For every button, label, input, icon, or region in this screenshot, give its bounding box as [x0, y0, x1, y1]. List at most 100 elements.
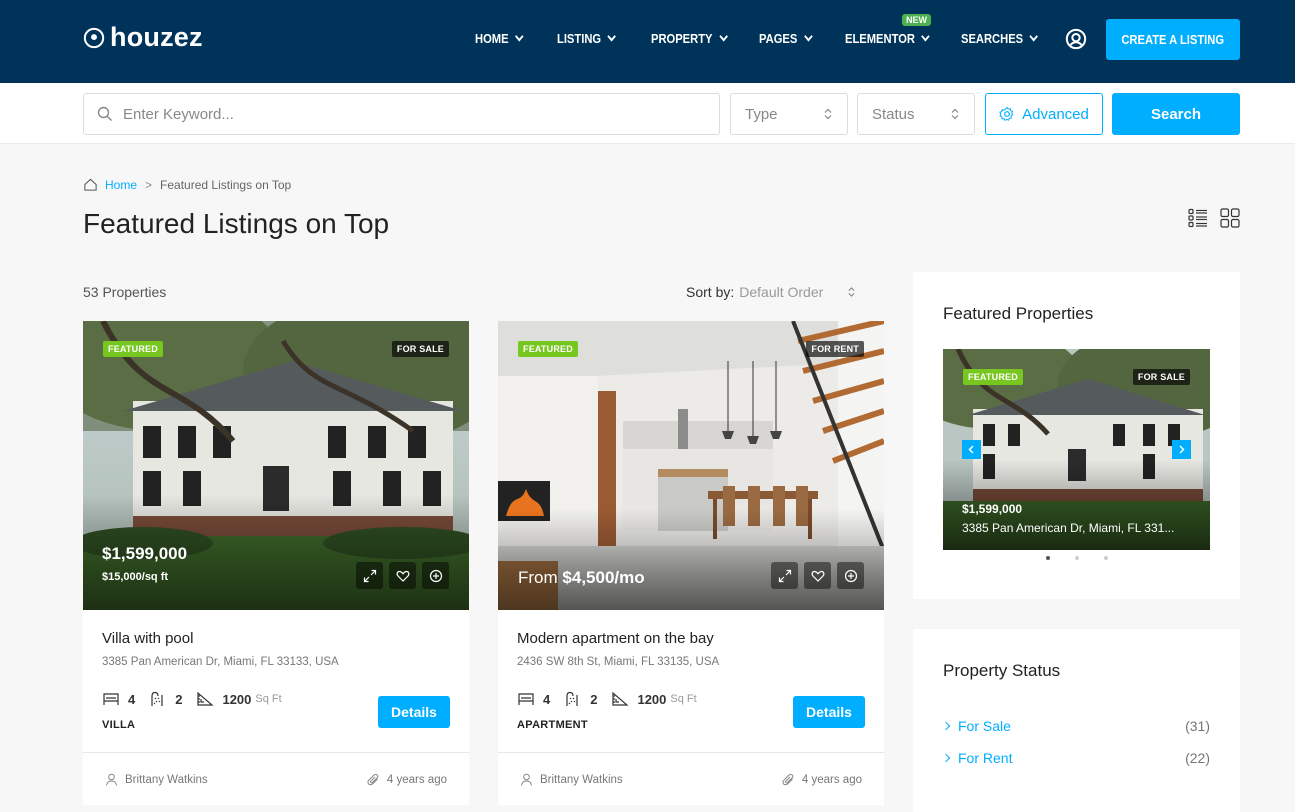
- favorite-button[interactable]: [804, 562, 831, 589]
- slider-dot[interactable]: [1103, 556, 1108, 560]
- advanced-label: Advanced: [1022, 105, 1089, 123]
- main-nav: HOME LISTING PROPERTY PAGES ELEMENTOR SE…: [0, 31, 1295, 51]
- status-tag[interactable]: FOR RENT: [806, 341, 864, 357]
- featured-tag[interactable]: FEATURED: [103, 341, 163, 357]
- property-status-widget: Property Status For Sale (31) For Rent (…: [913, 629, 1240, 812]
- status-item-for-sale[interactable]: For Sale (31): [941, 718, 1210, 734]
- nav-home[interactable]: HOME: [475, 31, 524, 46]
- slider-dot[interactable]: [1074, 556, 1079, 560]
- nav-elementor[interactable]: ELEMENTOR: [845, 31, 931, 46]
- nav-label: ELEMENTOR: [845, 31, 915, 46]
- agent[interactable]: Brittany Watkins: [105, 773, 208, 786]
- type-select[interactable]: Type: [730, 93, 848, 135]
- property-image[interactable]: FEATURED FOR RENT From $4,500/mo: [498, 321, 884, 610]
- create-listing-label: CREATE A LISTING: [1121, 32, 1225, 47]
- gear-icon: [999, 106, 1014, 121]
- agent[interactable]: Brittany Watkins: [520, 773, 623, 786]
- compare-button[interactable]: [837, 562, 864, 589]
- bath-icon: [566, 691, 578, 706]
- featured-tag[interactable]: FEATURED: [518, 341, 578, 357]
- property-type[interactable]: VILLA: [102, 719, 135, 731]
- chevron-down-icon: [1029, 31, 1039, 42]
- nav-property[interactable]: PROPERTY: [651, 31, 728, 46]
- chevron-right-icon: [941, 721, 951, 731]
- keyword-placeholder: Enter Keyword...: [123, 105, 234, 123]
- property-title[interactable]: Modern apartment on the bay: [517, 630, 714, 647]
- expand-button[interactable]: [356, 562, 383, 589]
- grid-view-icon[interactable]: [1220, 208, 1240, 228]
- advanced-search-button[interactable]: Advanced: [985, 93, 1103, 135]
- slider-prev-button[interactable]: [962, 440, 981, 459]
- nav-label: PAGES: [759, 31, 798, 46]
- nav-label: PROPERTY: [651, 31, 713, 46]
- image-actions: [771, 562, 864, 589]
- bed-icon: [518, 693, 534, 705]
- bed-count: 4: [543, 691, 551, 707]
- price: $1,599,000: [102, 544, 188, 563]
- bed-icon: [103, 693, 119, 705]
- status-select[interactable]: Status: [857, 93, 975, 135]
- property-features: 4 2 1200 Sq Ft: [517, 691, 697, 707]
- slider-dot[interactable]: [1045, 556, 1050, 560]
- nav-label: LISTING: [557, 31, 602, 46]
- area-unit: Sq Ft: [255, 693, 282, 705]
- breadcrumb-separator: >: [145, 177, 153, 192]
- status-select-label: Status: [872, 105, 915, 123]
- featured-tag[interactable]: FEATURED: [963, 369, 1023, 385]
- nav-pages[interactable]: PAGES: [759, 31, 813, 46]
- property-card: FEATURED FOR RENT From $4,500/mo Modern …: [498, 321, 884, 805]
- sort-value: Default Order: [739, 284, 824, 300]
- status-tag[interactable]: FOR SALE: [391, 341, 449, 357]
- user-account-icon[interactable]: [1065, 28, 1087, 50]
- expand-icon: [363, 569, 376, 582]
- area-unit: Sq Ft: [670, 693, 697, 705]
- breadcrumb-home-link[interactable]: Home: [105, 178, 137, 192]
- featured-properties-widget: Featured Properties FEATURED FOR SALE $1…: [913, 272, 1240, 599]
- favorite-button[interactable]: [389, 562, 416, 589]
- area-value: 1200: [222, 691, 252, 707]
- slide-price: $1,599,000: [962, 502, 1023, 516]
- property-features: 4 2 1200 Sq Ft: [102, 691, 282, 707]
- chevron-down-icon: [718, 31, 728, 42]
- posted-time: 4 years ago: [801, 773, 862, 786]
- nav-searches[interactable]: SEARCHES: [961, 31, 1039, 46]
- nav-listing[interactable]: LISTING: [557, 31, 617, 46]
- bath-count: 2: [590, 691, 598, 707]
- sort-select[interactable]: Sort by: Default Order: [686, 284, 856, 300]
- sort-arrows-icon: [824, 108, 832, 120]
- property-type[interactable]: APARTMENT: [517, 719, 588, 731]
- search-button[interactable]: Search: [1112, 93, 1240, 135]
- create-listing-button[interactable]: CREATE A LISTING: [1106, 19, 1240, 60]
- paperclip-icon: [782, 773, 794, 786]
- property-count: 53 Properties: [83, 284, 167, 300]
- user-icon: [521, 773, 532, 786]
- status-count: (22): [1185, 750, 1210, 766]
- price: From $4,500/mo: [518, 568, 645, 588]
- featured-slider[interactable]: FEATURED FOR SALE $1,599,000 3385 Pan Am…: [943, 349, 1210, 550]
- details-button[interactable]: Details: [378, 696, 450, 728]
- chevron-down-icon: [607, 31, 617, 42]
- widget-title: Property Status: [943, 661, 1061, 680]
- status-tag[interactable]: FOR SALE: [1132, 369, 1190, 385]
- bed-count: 4: [128, 691, 136, 707]
- expand-button[interactable]: [771, 562, 798, 589]
- status-item-for-rent[interactable]: For Rent (22): [941, 750, 1210, 766]
- card-footer: Brittany Watkins 4 years ago: [498, 752, 884, 805]
- search-icon: [97, 106, 112, 121]
- bath-icon: [151, 691, 163, 706]
- property-title[interactable]: Villa with pool: [102, 630, 193, 647]
- slide-address: 3385 Pan American Dr, Miami, FL 331...: [962, 521, 1175, 535]
- widget-title: Featured Properties: [943, 304, 1094, 323]
- slider-next-button[interactable]: [1172, 440, 1191, 459]
- compare-button[interactable]: [422, 562, 449, 589]
- price-value: $4,500/mo: [562, 568, 645, 587]
- property-card: FEATURED FOR SALE $1,599,000 $15,000/sq …: [83, 321, 469, 805]
- chevron-down-icon: [803, 31, 813, 42]
- keyword-search-input[interactable]: Enter Keyword...: [83, 93, 720, 135]
- property-image[interactable]: FEATURED FOR SALE $1,599,000 $15,000/sq …: [83, 321, 469, 610]
- heart-icon: [396, 570, 409, 582]
- card-footer: Brittany Watkins 4 years ago: [83, 752, 469, 805]
- list-view-icon[interactable]: [1188, 208, 1208, 228]
- posted-date: 4 years ago: [367, 773, 447, 786]
- details-button[interactable]: Details: [793, 696, 865, 728]
